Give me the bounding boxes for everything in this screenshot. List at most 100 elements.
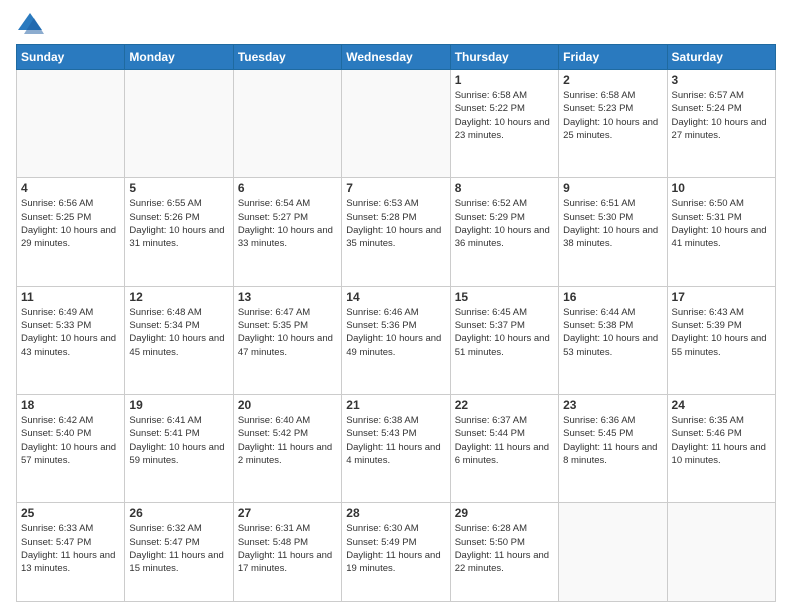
calendar-cell: 24 Sunrise: 6:35 AM Sunset: 5:46 PM Dayli… [667, 395, 775, 503]
day-info: Sunrise: 6:30 AM Sunset: 5:49 PM Dayligh… [346, 522, 445, 575]
day-info: Sunrise: 6:35 AM Sunset: 5:46 PM Dayligh… [672, 414, 771, 467]
calendar-cell [559, 503, 667, 602]
calendar-cell [125, 70, 233, 178]
day-number: 3 [672, 73, 771, 87]
day-number: 5 [129, 181, 228, 195]
calendar-cell: 1 Sunrise: 6:58 AM Sunset: 5:22 PM Daylig… [450, 70, 558, 178]
header [16, 10, 776, 38]
calendar-cell: 27Sunrise: 6:31 AM Sunset: 5:48 PM Dayli… [233, 503, 341, 602]
calendar-cell: 13 Sunrise: 6:47 AM Sunset: 5:35 PM Dayli… [233, 286, 341, 394]
day-number: 20 [238, 398, 337, 412]
day-info: Sunrise: 6:38 AM Sunset: 5:43 PM Dayligh… [346, 414, 445, 467]
calendar-cell [17, 70, 125, 178]
calendar-cell: 29Sunrise: 6:28 AM Sunset: 5:50 PM Dayli… [450, 503, 558, 602]
day-number: 26 [129, 506, 228, 520]
calendar-cell: 4 Sunrise: 6:56 AM Sunset: 5:25 PM Daylig… [17, 178, 125, 286]
calendar-cell: 23 Sunrise: 6:36 AM Sunset: 5:45 PM Dayli… [559, 395, 667, 503]
calendar-header-row: SundayMondayTuesdayWednesdayThursdayFrid… [17, 45, 776, 70]
day-info: Sunrise: 6:55 AM Sunset: 5:26 PM Dayligh… [129, 197, 228, 250]
day-number: 21 [346, 398, 445, 412]
day-number: 12 [129, 290, 228, 304]
calendar-cell: 14 Sunrise: 6:46 AM Sunset: 5:36 PM Dayli… [342, 286, 450, 394]
day-number: 17 [672, 290, 771, 304]
day-number: 11 [21, 290, 120, 304]
day-info: Sunrise: 6:40 AM Sunset: 5:42 PM Dayligh… [238, 414, 337, 467]
day-number: 6 [238, 181, 337, 195]
day-info: Sunrise: 6:37 AM Sunset: 5:44 PM Dayligh… [455, 414, 554, 467]
page: SundayMondayTuesdayWednesdayThursdayFrid… [0, 0, 792, 612]
calendar-cell: 19 Sunrise: 6:41 AM Sunset: 5:41 PM Dayli… [125, 395, 233, 503]
week-row-4: 25 Sunrise: 6:33 AM Sunset: 5:47 PM Dayli… [17, 503, 776, 602]
calendar-header-sunday: Sunday [17, 45, 125, 70]
day-number: 18 [21, 398, 120, 412]
calendar-cell: 7 Sunrise: 6:53 AM Sunset: 5:28 PM Daylig… [342, 178, 450, 286]
day-number: 24 [672, 398, 771, 412]
calendar-cell: 11 Sunrise: 6:49 AM Sunset: 5:33 PM Dayli… [17, 286, 125, 394]
day-number: 19 [129, 398, 228, 412]
day-number: 23 [563, 398, 662, 412]
day-number: 13 [238, 290, 337, 304]
calendar-cell: 6 Sunrise: 6:54 AM Sunset: 5:27 PM Daylig… [233, 178, 341, 286]
calendar-cell: 8 Sunrise: 6:52 AM Sunset: 5:29 PM Daylig… [450, 178, 558, 286]
calendar-cell: 2 Sunrise: 6:58 AM Sunset: 5:23 PM Daylig… [559, 70, 667, 178]
day-info: Sunrise: 6:51 AM Sunset: 5:30 PM Dayligh… [563, 197, 662, 250]
day-number: 9 [563, 181, 662, 195]
logo [16, 10, 48, 38]
calendar-cell: 26 Sunrise: 6:32 AM Sunset: 5:47 PM Dayli… [125, 503, 233, 602]
day-info: Sunrise: 6:47 AM Sunset: 5:35 PM Dayligh… [238, 306, 337, 359]
day-info: Sunrise: 6:54 AM Sunset: 5:27 PM Dayligh… [238, 197, 337, 250]
day-info: Sunrise: 6:49 AM Sunset: 5:33 PM Dayligh… [21, 306, 120, 359]
week-row-3: 18 Sunrise: 6:42 AM Sunset: 5:40 PM Dayli… [17, 395, 776, 503]
day-number: 29 [455, 506, 554, 520]
day-number: 1 [455, 73, 554, 87]
calendar-cell: 12 Sunrise: 6:48 AM Sunset: 5:34 PM Dayli… [125, 286, 233, 394]
day-info: Sunrise: 6:42 AM Sunset: 5:40 PM Dayligh… [21, 414, 120, 467]
day-number: 16 [563, 290, 662, 304]
day-number: 22 [455, 398, 554, 412]
week-row-0: 1 Sunrise: 6:58 AM Sunset: 5:22 PM Daylig… [17, 70, 776, 178]
day-info: Sunrise: 6:58 AM Sunset: 5:22 PM Dayligh… [455, 89, 554, 142]
day-info: Sunrise: 6:46 AM Sunset: 5:36 PM Dayligh… [346, 306, 445, 359]
calendar-cell: 16Sunrise: 6:44 AM Sunset: 5:38 PM Dayli… [559, 286, 667, 394]
calendar-header-saturday: Saturday [667, 45, 775, 70]
calendar-cell: 28Sunrise: 6:30 AM Sunset: 5:49 PM Dayli… [342, 503, 450, 602]
calendar-header-monday: Monday [125, 45, 233, 70]
calendar-cell: 25 Sunrise: 6:33 AM Sunset: 5:47 PM Dayli… [17, 503, 125, 602]
day-number: 25 [21, 506, 120, 520]
calendar-cell: 10Sunrise: 6:50 AM Sunset: 5:31 PM Dayli… [667, 178, 775, 286]
calendar-header-tuesday: Tuesday [233, 45, 341, 70]
day-info: Sunrise: 6:32 AM Sunset: 5:47 PM Dayligh… [129, 522, 228, 575]
day-info: Sunrise: 6:31 AM Sunset: 5:48 PM Dayligh… [238, 522, 337, 575]
calendar-cell [342, 70, 450, 178]
day-number: 14 [346, 290, 445, 304]
day-number: 4 [21, 181, 120, 195]
day-info: Sunrise: 6:56 AM Sunset: 5:25 PM Dayligh… [21, 197, 120, 250]
logo-icon [16, 10, 44, 38]
day-info: Sunrise: 6:36 AM Sunset: 5:45 PM Dayligh… [563, 414, 662, 467]
day-info: Sunrise: 6:33 AM Sunset: 5:47 PM Dayligh… [21, 522, 120, 575]
day-number: 7 [346, 181, 445, 195]
day-info: Sunrise: 6:52 AM Sunset: 5:29 PM Dayligh… [455, 197, 554, 250]
day-number: 8 [455, 181, 554, 195]
day-info: Sunrise: 6:48 AM Sunset: 5:34 PM Dayligh… [129, 306, 228, 359]
day-info: Sunrise: 6:50 AM Sunset: 5:31 PM Dayligh… [672, 197, 771, 250]
week-row-2: 11 Sunrise: 6:49 AM Sunset: 5:33 PM Dayli… [17, 286, 776, 394]
day-info: Sunrise: 6:41 AM Sunset: 5:41 PM Dayligh… [129, 414, 228, 467]
day-number: 2 [563, 73, 662, 87]
calendar-cell: 17 Sunrise: 6:43 AM Sunset: 5:39 PM Dayli… [667, 286, 775, 394]
calendar-header-friday: Friday [559, 45, 667, 70]
day-info: Sunrise: 6:43 AM Sunset: 5:39 PM Dayligh… [672, 306, 771, 359]
day-info: Sunrise: 6:58 AM Sunset: 5:23 PM Dayligh… [563, 89, 662, 142]
calendar-header-wednesday: Wednesday [342, 45, 450, 70]
calendar-cell: 20 Sunrise: 6:40 AM Sunset: 5:42 PM Dayli… [233, 395, 341, 503]
calendar-cell [233, 70, 341, 178]
calendar-cell: 18 Sunrise: 6:42 AM Sunset: 5:40 PM Dayli… [17, 395, 125, 503]
calendar-cell [667, 503, 775, 602]
day-info: Sunrise: 6:53 AM Sunset: 5:28 PM Dayligh… [346, 197, 445, 250]
calendar-cell: 21 Sunrise: 6:38 AM Sunset: 5:43 PM Dayli… [342, 395, 450, 503]
calendar-cell: 22 Sunrise: 6:37 AM Sunset: 5:44 PM Dayli… [450, 395, 558, 503]
day-info: Sunrise: 6:45 AM Sunset: 5:37 PM Dayligh… [455, 306, 554, 359]
calendar-cell: 9 Sunrise: 6:51 AM Sunset: 5:30 PM Daylig… [559, 178, 667, 286]
calendar-table: SundayMondayTuesdayWednesdayThursdayFrid… [16, 44, 776, 602]
day-number: 15 [455, 290, 554, 304]
